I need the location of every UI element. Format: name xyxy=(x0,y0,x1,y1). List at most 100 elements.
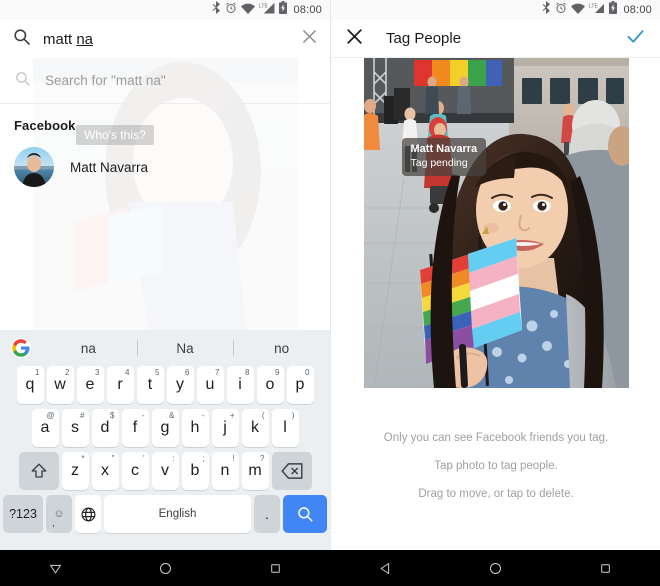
person-name: Matt Navarra xyxy=(70,159,149,175)
globe-icon[interactable] xyxy=(75,495,101,533)
keyboard-suggestion-strip[interactable]: na Na no xyxy=(0,330,330,366)
recents-icon[interactable] xyxy=(584,550,626,586)
key-sup: 7 xyxy=(215,368,220,377)
wifi-icon xyxy=(571,1,586,19)
keyboard-hide-icon[interactable] xyxy=(34,550,76,586)
emoji-icon: ☺ xyxy=(53,507,65,520)
key-g[interactable]: g & xyxy=(151,409,179,447)
on-screen-keyboard[interactable]: na Na no q1 w2 e3 r4 t5 y6 u7 i8 o9 p0 a… xyxy=(0,330,330,550)
key-q[interactable]: q1 xyxy=(16,366,44,404)
search-input-composing: na xyxy=(76,30,94,48)
key-label: e xyxy=(85,376,95,393)
emoji-comma-key[interactable]: ☺ , xyxy=(46,495,72,533)
key-j[interactable]: j + xyxy=(211,409,239,447)
key-z[interactable]: z * xyxy=(61,452,89,490)
list-item-person[interactable]: Matt Navarra Who's this? xyxy=(0,125,330,193)
key-sup: - xyxy=(201,411,205,420)
key-n[interactable]: n! xyxy=(211,452,239,490)
backspace-icon[interactable] xyxy=(271,452,312,490)
key-i[interactable]: i8 xyxy=(226,366,254,404)
suggestion-2[interactable]: no xyxy=(233,341,330,356)
key-label: t xyxy=(147,376,153,393)
key-b[interactable]: b; xyxy=(181,452,209,490)
key-sup: + xyxy=(229,411,235,420)
search-input[interactable]: matt na xyxy=(43,31,301,48)
tag-status: Tag pending xyxy=(410,156,468,169)
key-c[interactable]: c ' xyxy=(121,452,149,490)
search-suggestion-row[interactable]: Search for "matt na" xyxy=(0,58,330,104)
key-sup: 9 xyxy=(275,368,280,377)
keyboard-row-1: q1 w2 e3 r4 t5 y6 u7 i8 o9 p0 xyxy=(0,366,330,404)
check-icon[interactable] xyxy=(625,26,646,52)
search-icon xyxy=(14,70,31,92)
key-sup: 4 xyxy=(125,368,130,377)
key-s[interactable]: s # xyxy=(61,409,89,447)
key-sup: ' xyxy=(142,454,145,463)
key-sup: 2 xyxy=(65,368,70,377)
hint-line-1: Only you can see Facebook friends you ta… xyxy=(383,432,609,444)
alarm-icon xyxy=(555,1,567,19)
key-a[interactable]: a @ xyxy=(31,409,59,447)
key-sup: ? xyxy=(260,454,265,463)
key-sup: # xyxy=(80,411,85,420)
key-label: b xyxy=(190,462,200,479)
period-key[interactable]: . xyxy=(254,495,280,533)
key-d[interactable]: d $ xyxy=(91,409,119,447)
photo[interactable]: Matt Navarra Tag pending xyxy=(363,58,629,388)
key-label: English xyxy=(158,508,197,520)
numeric-mode-key[interactable]: ?123 xyxy=(3,495,43,533)
key-o[interactable]: o9 xyxy=(256,366,284,404)
key-sup: ( xyxy=(261,411,265,420)
hint-line-2: Tap photo to tag people. xyxy=(434,460,558,472)
close-icon[interactable] xyxy=(301,28,318,50)
recents-icon[interactable] xyxy=(254,550,296,586)
key-v[interactable]: v: xyxy=(151,452,179,490)
key-u[interactable]: u7 xyxy=(196,366,224,404)
key-t[interactable]: t5 xyxy=(136,366,164,404)
key-label: r xyxy=(117,376,123,393)
search-input-prefix: matt xyxy=(43,30,77,48)
key-f[interactable]: f- xyxy=(121,409,149,447)
search-bar[interactable]: matt na xyxy=(0,20,330,58)
suggestion-1[interactable]: Na xyxy=(137,341,234,356)
home-icon[interactable] xyxy=(474,550,516,586)
close-icon[interactable] xyxy=(345,27,364,51)
key-label: . xyxy=(265,506,269,522)
key-label: q xyxy=(25,376,35,393)
lte-signal-icon: LTE xyxy=(589,1,605,19)
key-x[interactable]: x " xyxy=(91,452,119,490)
key-label: g xyxy=(160,419,170,436)
keyboard-row-3: z * x " c ' v: b; n! m? xyxy=(0,452,330,490)
key-e[interactable]: e3 xyxy=(76,366,104,404)
key-l[interactable]: l) xyxy=(271,409,299,447)
space-key[interactable]: English xyxy=(104,495,251,533)
battery-icon xyxy=(279,1,288,19)
svg-text:LTE: LTE xyxy=(589,3,598,9)
key-h[interactable]: h- xyxy=(181,409,209,447)
key-sup: : xyxy=(172,454,175,463)
key-label: i xyxy=(238,376,242,393)
key-label: p xyxy=(295,376,305,393)
bluetooth-icon xyxy=(212,1,221,19)
google-g-icon[interactable] xyxy=(10,337,32,359)
key-y[interactable]: y6 xyxy=(166,366,194,404)
lte-signal-icon: LTE xyxy=(259,1,275,19)
tag-photo-area[interactable]: Matt Navarra Tag pending xyxy=(331,58,660,390)
back-icon[interactable] xyxy=(364,550,406,586)
key-k[interactable]: k( xyxy=(241,409,269,447)
photo-tag-chip[interactable]: Matt Navarra Tag pending xyxy=(401,138,487,176)
hint-line-3: Drag to move, or tap to delete. xyxy=(418,488,574,500)
bluetooth-icon xyxy=(542,1,551,19)
key-r[interactable]: r4 xyxy=(106,366,134,404)
key-sup: ! xyxy=(232,454,235,463)
keyboard-row-4: ?123 ☺ , English . xyxy=(0,495,330,533)
key-sup: ; xyxy=(202,454,205,463)
key-label: x xyxy=(101,462,109,479)
key-w[interactable]: w2 xyxy=(46,366,74,404)
suggestion-0[interactable]: na xyxy=(40,341,137,356)
search-enter-key[interactable] xyxy=(283,495,327,533)
key-m[interactable]: m? xyxy=(241,452,269,490)
home-icon[interactable] xyxy=(144,550,186,586)
shift-icon[interactable] xyxy=(18,452,59,490)
key-p[interactable]: p0 xyxy=(286,366,314,404)
